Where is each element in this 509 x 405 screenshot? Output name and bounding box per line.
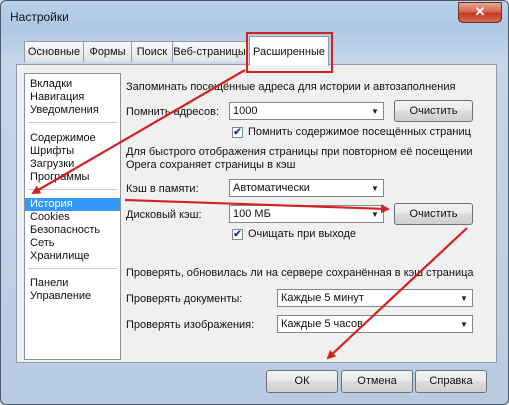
memory-cache-label: Кэш в памяти: <box>126 183 199 195</box>
ok-button[interactable]: ОК <box>266 370 338 393</box>
disk-cache-value: 100 МБ <box>233 208 271 220</box>
close-button[interactable]: ✕ <box>458 2 502 23</box>
tab-webpages[interactable]: Веб-страницы <box>172 41 247 62</box>
clear-on-exit-checkbox[interactable]: ✔ <box>232 229 243 240</box>
sidebar-item-panels[interactable]: Панели <box>25 277 120 290</box>
check-heading: Проверять, обновилась ли на сервере сохр… <box>126 267 474 279</box>
history-heading: Запоминать посещённые адреса для истории… <box>126 81 456 93</box>
disk-cache-select[interactable]: 100 МБ ▼ <box>229 205 384 223</box>
chevron-down-icon: ▼ <box>371 184 379 193</box>
remember-content-checkbox[interactable]: ✔ <box>232 127 243 138</box>
chevron-down-icon: ▼ <box>371 210 379 219</box>
chevron-down-icon: ▼ <box>371 107 379 116</box>
memory-cache-select[interactable]: Автоматически ▼ <box>229 179 384 197</box>
sidebar-item-security[interactable]: Безопасность <box>25 224 120 237</box>
tab-highlight-frame <box>246 32 333 73</box>
sidebar-item-network[interactable]: Сеть <box>25 237 120 250</box>
sidebar-item-programs[interactable]: Программы <box>25 171 120 184</box>
tab-general[interactable]: Основные <box>24 41 84 62</box>
check-images-label: Проверять изображения: <box>126 319 255 331</box>
settings-window: Настройки ✕ Основные Формы Поиск Веб-стр… <box>0 0 509 405</box>
sidebar-item-history[interactable]: История <box>25 198 120 211</box>
sidebar-divider <box>28 268 117 269</box>
sidebar-item-storage[interactable]: Хранилище <box>25 250 120 263</box>
sidebar-item-navigation[interactable]: Навигация <box>25 91 120 104</box>
close-icon: ✕ <box>474 4 486 19</box>
sidebar-divider <box>28 189 117 190</box>
chevron-down-icon: ▼ <box>460 294 468 303</box>
check-documents-select[interactable]: Каждые 5 минут ▼ <box>277 289 473 307</box>
cancel-button[interactable]: Отмена <box>341 370 413 393</box>
window-title: Настройки <box>10 10 69 24</box>
remember-content-label: Помнить содержимое посещённых страниц <box>248 126 471 138</box>
sidebar-item-content[interactable]: Содержимое <box>25 132 120 145</box>
help-button[interactable]: Справка <box>415 370 487 393</box>
memory-cache-value: Автоматически <box>233 182 310 194</box>
cache-heading-line2: Opera сохраняет страницы в кэш <box>126 159 296 171</box>
sidebar-list: Вкладки Навигация Уведомления Содержимое… <box>24 73 121 360</box>
clear-history-button[interactable]: Очистить <box>394 100 473 122</box>
clear-on-exit-label: Очищать при выходе <box>248 228 356 240</box>
disk-cache-label: Дисковый кэш: <box>126 209 202 221</box>
check-images-value: Каждые 5 часов <box>281 318 363 330</box>
check-documents-value: Каждые 5 минут <box>281 292 364 304</box>
check-documents-label: Проверять документы: <box>126 293 243 305</box>
sidebar-item-notifications[interactable]: Уведомления <box>25 104 120 117</box>
sidebar-item-fonts[interactable]: Шрифты <box>25 145 120 158</box>
remember-addresses-select[interactable]: 1000 ▼ <box>229 102 384 120</box>
sidebar-item-tabs[interactable]: Вкладки <box>25 78 120 91</box>
title-bar: Настройки ✕ <box>1 1 508 29</box>
sidebar-item-cookies[interactable]: Cookies <box>25 211 120 224</box>
check-images-select[interactable]: Каждые 5 часов ▼ <box>277 315 473 333</box>
sidebar-item-management[interactable]: Управление <box>25 290 120 303</box>
sidebar-item-downloads[interactable]: Загрузки <box>25 158 120 171</box>
clear-cache-button[interactable]: Очистить <box>394 203 473 225</box>
tab-search[interactable]: Поиск <box>131 41 173 62</box>
remember-addresses-label: Помнить адресов: <box>126 106 220 118</box>
sidebar-divider <box>28 122 117 123</box>
chevron-down-icon: ▼ <box>460 320 468 329</box>
remember-addresses-value: 1000 <box>233 105 258 117</box>
cache-heading-line1: Для быстрого отображения страницы при по… <box>126 146 473 158</box>
tab-forms[interactable]: Формы <box>83 41 132 62</box>
